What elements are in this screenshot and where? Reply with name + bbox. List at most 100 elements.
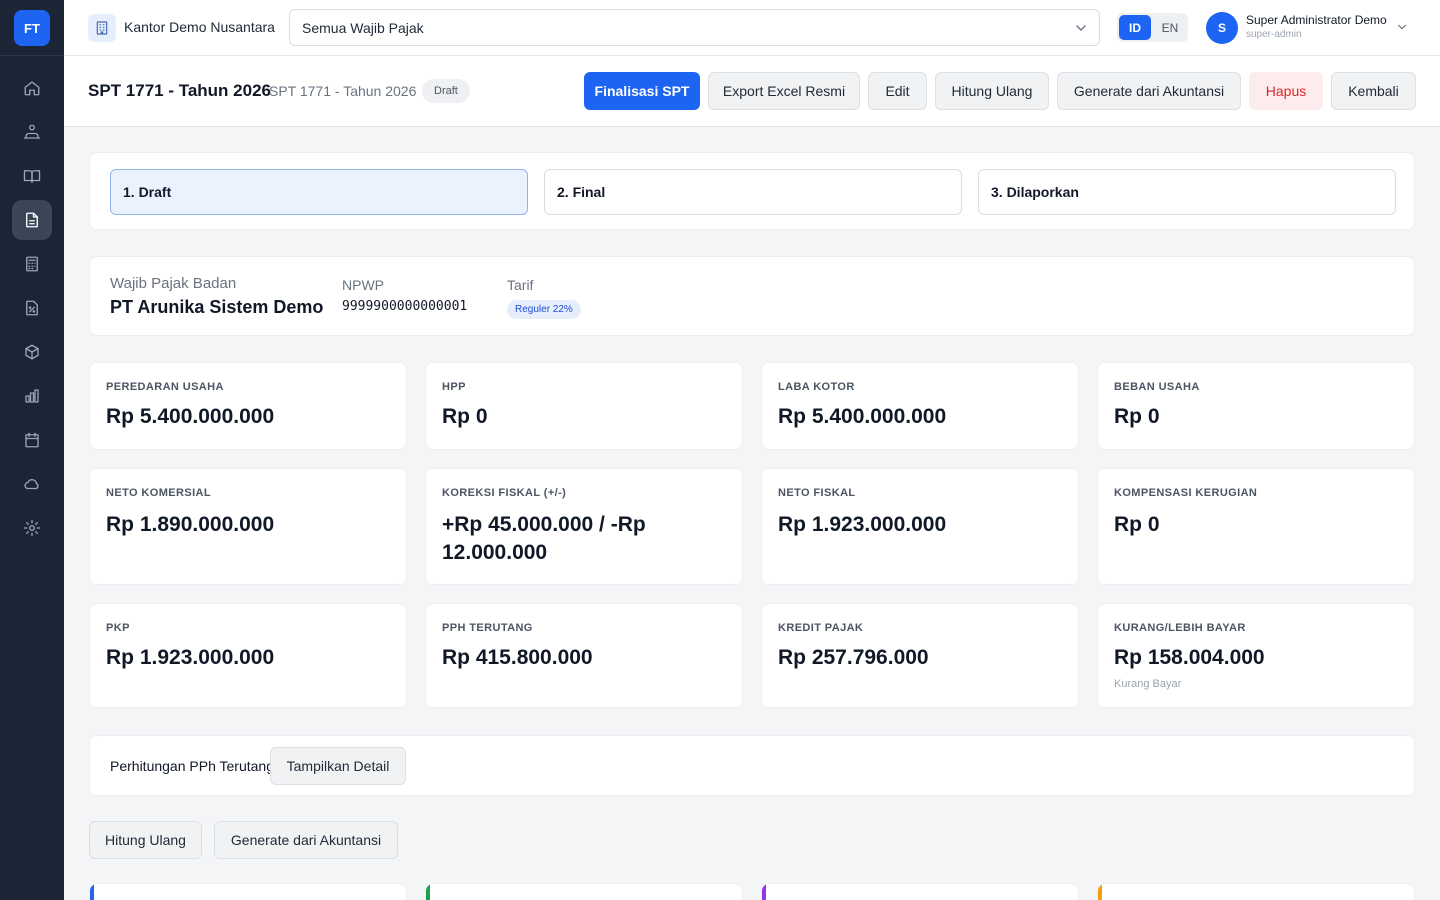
document-icon [26, 212, 38, 228]
stat-label: KOREKSI FISKAL (+/-) [442, 487, 567, 499]
language-switch: ID EN [1117, 13, 1188, 42]
stat-card: KOREKSI FISKAL (+/-) +Rp 45.000.000 / -R… [425, 468, 743, 585]
recalculate-bottom-button[interactable]: Hitung Ulang [89, 821, 202, 859]
stat-value: +Rp 45.000.000 / -Rp 12.000.000 [442, 513, 646, 564]
sidebar-item-chart[interactable] [12, 376, 52, 416]
summary-card [425, 883, 743, 900]
stat-card: PPH TERUTANG Rp 415.800.000 [425, 603, 743, 708]
avatar[interactable]: S [1206, 12, 1238, 44]
building-icon [88, 14, 116, 42]
user-role: super-admin [1246, 29, 1302, 40]
stat-label: LABA KOTOR [778, 381, 855, 393]
cloud-icon [24, 479, 39, 490]
lang-en-button[interactable]: EN [1154, 15, 1186, 40]
stat-label: PEREDARAN USAHA [106, 381, 224, 393]
stat-value: Rp 1.923.000.000 [106, 646, 275, 669]
tariff-label: Tarif [507, 277, 534, 293]
summary-card [1097, 883, 1415, 900]
topbar: Kantor Demo Nusantara Semua Wajib Pajak … [64, 0, 1440, 56]
page-header: SPT 1771 - Tahun 2026 SPT 1771 - Tahun 2… [64, 56, 1440, 127]
stat-label: NETO FISKAL [778, 487, 856, 499]
export-excel-button[interactable]: Export Excel Resmi [708, 72, 860, 110]
sidebar-item-calculator[interactable] [12, 244, 52, 284]
summary-card [761, 883, 1079, 900]
user-name[interactable]: Super Administrator Demo [1246, 13, 1387, 27]
generate-bottom-button[interactable]: Generate dari Akuntansi [214, 821, 398, 859]
user-menu-chevron-icon[interactable] [1395, 20, 1409, 34]
npwp-label: NPWP [342, 277, 384, 293]
stat-value: Rp 5.400.000.000 [778, 405, 947, 428]
stat-label: KURANG/LEBIH BAYAR [1114, 622, 1246, 634]
stat-value: Rp 0 [1114, 513, 1160, 536]
sidebar-item-calendar[interactable] [12, 420, 52, 460]
app-logo[interactable]: FT [14, 10, 50, 46]
stat-value: Rp 5.400.000.000 [106, 405, 275, 428]
stat-label: KREDIT PAJAK [778, 622, 864, 634]
sidebar-item-settings[interactable] [12, 508, 52, 548]
taxpayer-select-value: Semua Wajib Pajak [302, 19, 424, 36]
stat-value: Rp 257.796.000 [778, 646, 929, 669]
stat-value: Rp 0 [1114, 405, 1160, 428]
delete-button[interactable]: Hapus [1249, 72, 1323, 110]
office-name[interactable]: Kantor Demo Nusantara [124, 19, 275, 35]
stat-value: Rp 1.923.000.000 [778, 513, 947, 536]
summary-card [89, 883, 407, 900]
stat-label: HPP [442, 381, 466, 393]
pph-calculation-card: Perhitungan PPh Terutang Tampilkan Detai… [89, 735, 1415, 796]
taxpayer-type-label: Wajib Pajak Badan [110, 275, 237, 292]
sidebar-item-book[interactable] [12, 156, 52, 196]
show-detail-button[interactable]: Tampilkan Detail [270, 747, 406, 785]
lang-id-button[interactable]: ID [1119, 15, 1151, 40]
step-final[interactable]: 2. Final [544, 169, 962, 215]
sidebar-item-home[interactable] [12, 68, 52, 108]
sidebar: FT [0, 0, 64, 900]
edit-button[interactable]: Edit [868, 72, 927, 110]
company-name: PT Arunika Sistem Demo [110, 297, 324, 317]
stat-label: BEBAN USAHA [1114, 381, 1200, 393]
sidebar-item-cloud[interactable] [12, 464, 52, 504]
tariff-badge: Reguler 22% [507, 300, 581, 319]
stat-card: HPP Rp 0 [425, 362, 743, 450]
back-button[interactable]: Kembali [1331, 72, 1416, 110]
taxpayer-select[interactable]: Semua Wajib Pajak [289, 9, 1100, 46]
sidebar-item-box[interactable] [12, 332, 52, 372]
accent-bar [762, 884, 766, 900]
sidebar-divider [0, 55, 64, 56]
home-icon [24, 81, 40, 96]
stat-card: NETO KOMERSIAL Rp 1.890.000.000 [89, 468, 407, 585]
stat-card: KURANG/LEBIH BAYAR Rp 158.004.000 Kurang… [1097, 603, 1415, 708]
sidebar-item-users[interactable] [12, 112, 52, 152]
sidebar-item-document[interactable] [12, 200, 52, 240]
npwp-value: 9999900000000001 [342, 299, 468, 314]
page-subtitle: SPT 1771 - Tahun 2026 [269, 83, 417, 99]
finalize-spt-button[interactable]: Finalisasi SPT [584, 72, 700, 110]
chevron-down-icon [1076, 25, 1086, 31]
accent-bar [90, 884, 94, 900]
stat-value: Rp 1.890.000.000 [106, 513, 275, 536]
generate-from-accounting-button[interactable]: Generate dari Akuntansi [1057, 72, 1241, 110]
step-reported[interactable]: 3. Dilaporkan [978, 169, 1396, 215]
stat-card: PEREDARAN USAHA Rp 5.400.000.000 [89, 362, 407, 450]
stat-value: Rp 158.004.000 [1114, 646, 1265, 669]
status-stepper: 1. Draft 2. Final 3. Dilaporkan [89, 152, 1415, 230]
stat-card: PKP Rp 1.923.000.000 [89, 603, 407, 708]
calculator-icon [26, 256, 38, 272]
accent-bar [426, 884, 430, 900]
stat-card: BEBAN USAHA Rp 0 [1097, 362, 1415, 450]
sidebar-item-tax-receipt[interactable] [12, 288, 52, 328]
step-draft[interactable]: 1. Draft [110, 169, 528, 215]
book-icon [23, 170, 41, 183]
box-icon [25, 344, 39, 360]
stat-card: KREDIT PAJAK Rp 257.796.000 [761, 603, 1079, 708]
chart-icon [25, 389, 39, 403]
status-badge: Draft [422, 79, 470, 103]
recalculate-button[interactable]: Hitung Ulang [935, 72, 1049, 110]
stat-value: Rp 415.800.000 [442, 646, 593, 669]
users-icon [23, 124, 41, 139]
stat-card: NETO FISKAL Rp 1.923.000.000 [761, 468, 1079, 585]
stat-note: Kurang Bayar [1114, 678, 1182, 690]
gear-icon [23, 519, 41, 537]
taxpayer-info-card: Wajib Pajak Badan PT Arunika Sistem Demo… [89, 256, 1415, 336]
stat-card: LABA KOTOR Rp 5.400.000.000 [761, 362, 1079, 450]
accent-bar [1098, 884, 1102, 900]
